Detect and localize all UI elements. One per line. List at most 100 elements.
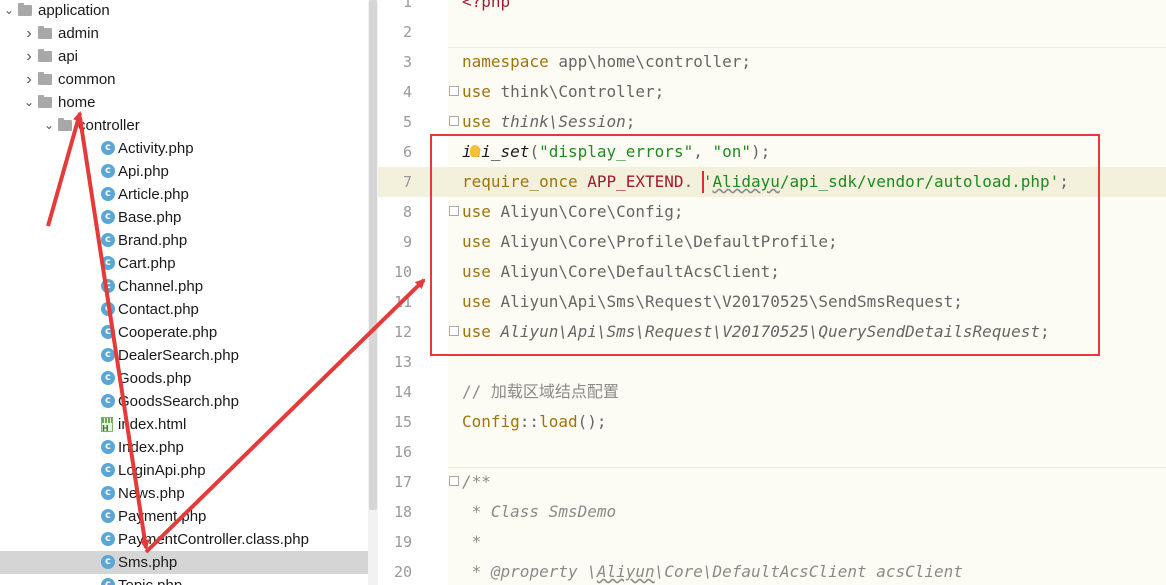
code-text: * Class SmsDemo	[462, 502, 617, 521]
php-class-icon: c	[101, 486, 115, 500]
line-number: 10	[393, 263, 412, 281]
project-tree-scrollbar[interactable]	[368, 0, 378, 585]
tree-item[interactable]: › common	[0, 68, 368, 91]
tree-item[interactable]: cTopic.php	[0, 574, 368, 585]
line-number: 1	[402, 0, 412, 11]
tree-item[interactable]: c Contact.php	[0, 298, 368, 321]
tree-item-label: admin	[58, 25, 99, 42]
tree-item-label: Contact.php	[118, 301, 199, 318]
tree-item[interactable]: ⌄ home	[0, 91, 368, 114]
code-text: use think\Session;	[462, 112, 636, 131]
line-number: 11	[393, 293, 412, 311]
folder-icon	[38, 49, 52, 62]
tree-item[interactable]: › api	[0, 45, 368, 68]
php-class-icon: c	[101, 578, 115, 585]
php-class-icon: c	[101, 325, 115, 339]
code-line[interactable]: 16	[378, 437, 1166, 467]
code-line[interactable]: 19 *	[378, 527, 1166, 557]
code-line[interactable]: 14 // 加载区域结点配置	[378, 377, 1166, 407]
chevron-down-icon[interactable]: ⌄	[42, 114, 56, 137]
tree-item-label: Payment.php	[118, 508, 207, 525]
code-line[interactable]: 17 /**	[378, 467, 1166, 497]
code-line[interactable]: 15 Config::load();	[378, 407, 1166, 437]
tree-item[interactable]: c GoodsSearch.php	[0, 390, 368, 413]
tree-item[interactable]: c Payment.php	[0, 505, 368, 528]
code-line[interactable]: 20 * @property \Aliyun\Core\DefaultAcsCl…	[378, 557, 1166, 585]
chevron-down-icon[interactable]: ⌄	[22, 91, 36, 114]
tree-item-label: Base.php	[118, 209, 182, 226]
tree-item[interactable]: c Channel.php	[0, 275, 368, 298]
tree-item[interactable]: c Index.php	[0, 436, 368, 459]
tree-item-label: Article.php	[118, 186, 189, 203]
tree-item[interactable]: c Activity.php	[0, 137, 368, 160]
line-number: 17	[393, 473, 412, 491]
code-line[interactable]: 3 namespace app\home\controller;	[378, 47, 1166, 77]
tree-item-label: common	[58, 71, 116, 88]
code-line[interactable]: 5 use think\Session;	[378, 107, 1166, 137]
fold-icon[interactable]	[449, 476, 459, 486]
tree-item[interactable]: c News.php	[0, 482, 368, 505]
code-text: * @property \Aliyun\Core\DefaultAcsClien…	[462, 562, 963, 581]
code-text: // 加载区域结点配置	[462, 382, 619, 401]
line-number: 5	[402, 113, 412, 131]
folder-icon	[58, 118, 72, 131]
code-text: <?php	[462, 0, 511, 11]
folder-icon	[38, 95, 52, 108]
code-text: *	[462, 532, 482, 551]
tree-item[interactable]: c Cooperate.php	[0, 321, 368, 344]
fold-icon[interactable]	[449, 86, 459, 96]
php-class-icon: c	[101, 302, 115, 316]
tree-item-label: Topic.php	[118, 574, 182, 585]
code-line[interactable]: 2	[378, 17, 1166, 47]
tree-item[interactable]: c Api.php	[0, 160, 368, 183]
tree-item-label: LoginApi.php	[118, 462, 206, 479]
tree-item-label: Channel.php	[118, 278, 204, 295]
chevron-right-icon[interactable]: ›	[22, 68, 36, 91]
tree-item[interactable]: ⌄ application	[0, 0, 368, 22]
code-line[interactable]: 1 <?php	[378, 0, 1166, 17]
php-class-icon: c	[101, 463, 115, 477]
tree-item[interactable]: c PaymentController.class.php	[0, 528, 368, 551]
tree-item[interactable]: c Cart.php	[0, 252, 368, 275]
tree-item[interactable]: c DealerSearch.php	[0, 344, 368, 367]
php-class-icon: c	[101, 256, 115, 270]
line-number: 20	[393, 563, 412, 581]
tree-item[interactable]: ⌄ controller	[0, 114, 368, 137]
tree-item[interactable]: c Brand.php	[0, 229, 368, 252]
tree-item-label: index.html	[118, 416, 187, 433]
chevron-down-icon[interactable]: ⌄	[2, 0, 16, 22]
line-number: 2	[402, 23, 412, 41]
line-number: 19	[393, 533, 412, 551]
php-class-icon: c	[101, 279, 115, 293]
fold-icon[interactable]	[449, 116, 459, 126]
line-number: 6	[402, 143, 412, 161]
folder-icon	[18, 3, 32, 16]
php-class-icon: c	[101, 233, 115, 247]
tree-item[interactable]: c Base.php	[0, 206, 368, 229]
tree-item-label: home	[58, 94, 96, 111]
tree-item[interactable]: › admin	[0, 22, 368, 45]
tree-item[interactable]: c Goods.php	[0, 367, 368, 390]
chevron-right-icon[interactable]: ›	[22, 22, 36, 45]
code-text: use think\Controller;	[462, 82, 665, 101]
tree-item-label: application	[38, 2, 110, 19]
chevron-right-icon[interactable]: ›	[22, 45, 36, 68]
php-class-icon: c	[101, 394, 115, 408]
code-line[interactable]: 18 * Class SmsDemo	[378, 497, 1166, 527]
scrollbar-thumb[interactable]	[369, 0, 377, 510]
tree-item-label: Index.php	[118, 439, 184, 456]
code-line[interactable]: 4 use think\Controller;	[378, 77, 1166, 107]
line-number: 4	[402, 83, 412, 101]
tree-item-label: Brand.php	[118, 232, 188, 249]
tree-item-label: PaymentController.class.php	[118, 531, 309, 548]
line-number: 9	[402, 233, 412, 251]
tree-item[interactable]: c Sms.php	[0, 551, 368, 574]
folder-icon	[38, 72, 52, 85]
tree-item[interactable]: Hindex.html	[0, 413, 368, 436]
tree-item[interactable]: c Article.php	[0, 183, 368, 206]
php-class-icon: c	[101, 348, 115, 362]
php-class-icon: c	[101, 187, 115, 201]
tree-item-label: Cart.php	[118, 255, 176, 272]
tree-item[interactable]: c LoginApi.php	[0, 459, 368, 482]
code-text: namespace app\home\controller;	[462, 52, 751, 71]
